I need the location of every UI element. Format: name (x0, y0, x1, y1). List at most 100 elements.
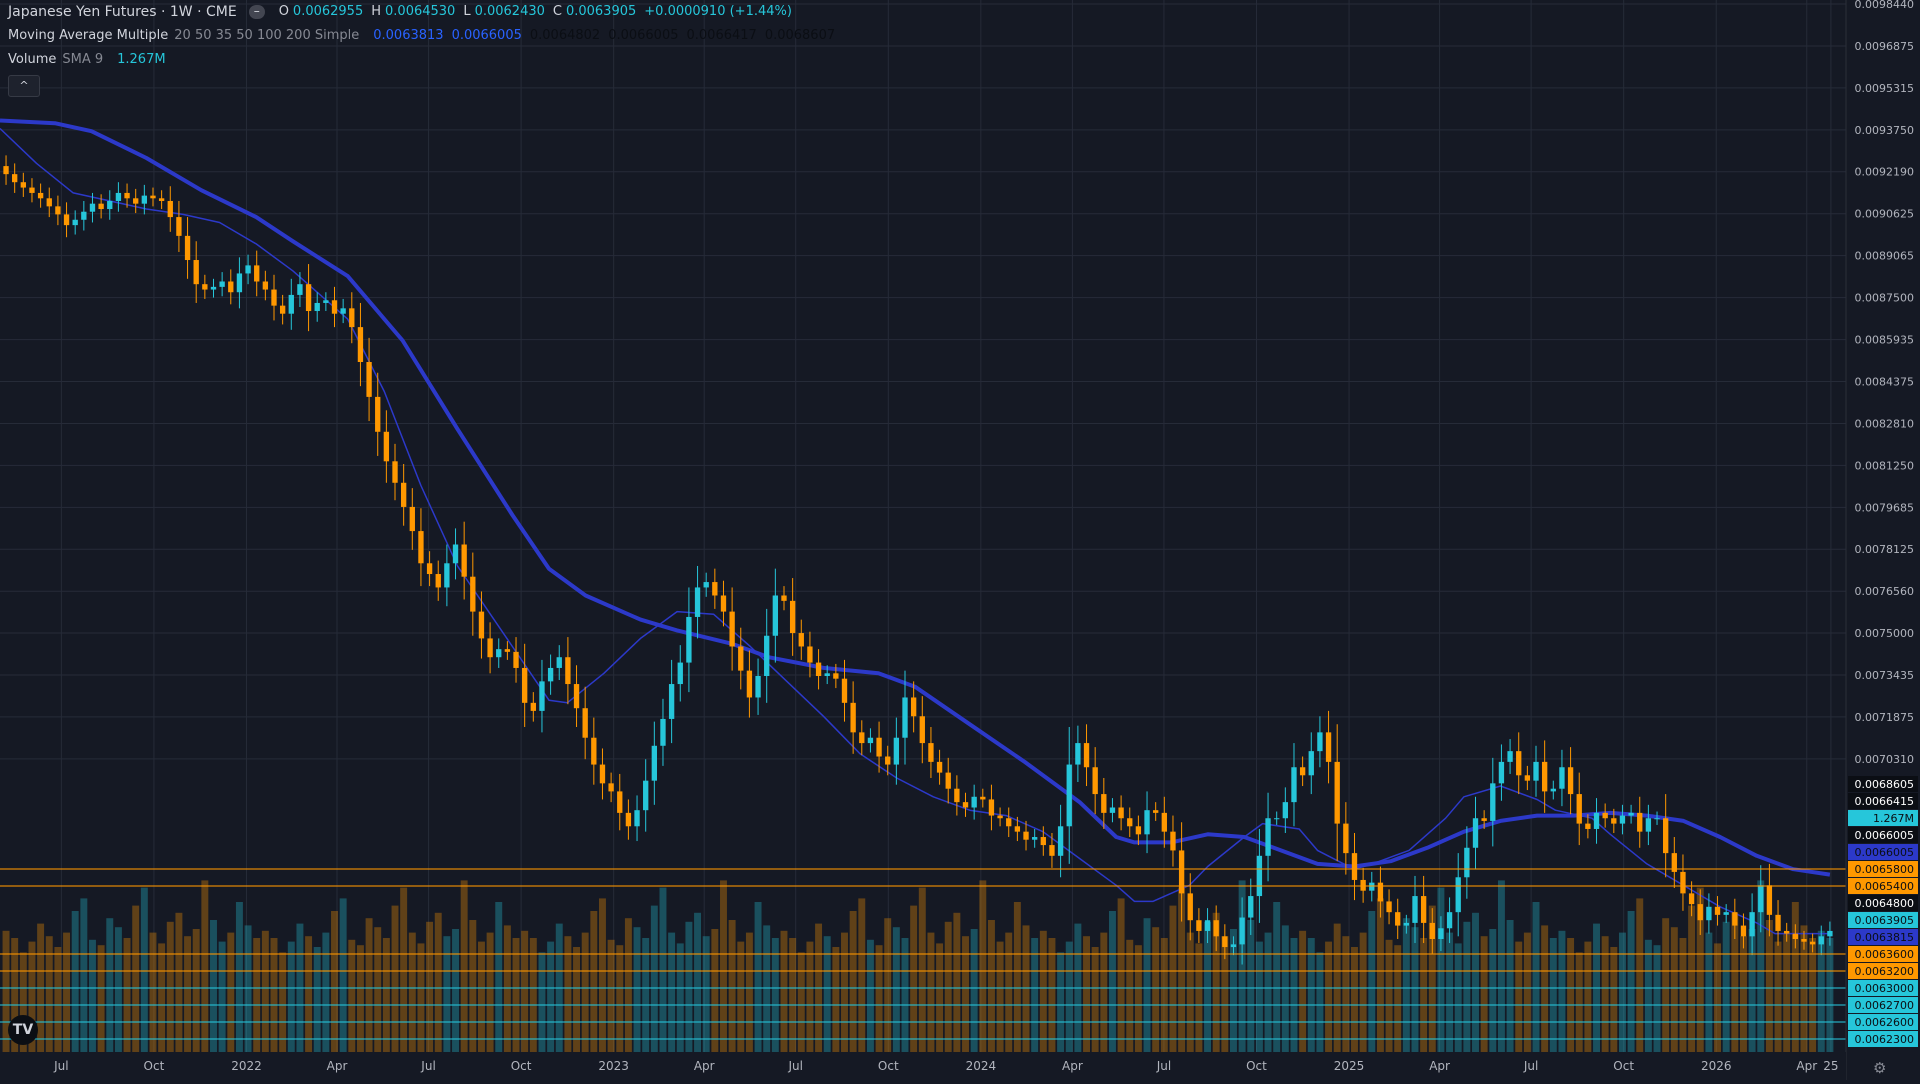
volume-bar (685, 921, 693, 1052)
candle-body (660, 718, 666, 746)
candle-body (1334, 761, 1340, 824)
price-tag-label: 0.0068605 (1855, 778, 1915, 791)
candle-body (1576, 794, 1582, 824)
tradingview-logo[interactable]: TV (8, 1015, 38, 1045)
price-axis-tick-label: 0.0075000 (1855, 627, 1915, 640)
candle-body (245, 265, 251, 274)
candle-body (297, 284, 303, 295)
candle-body (625, 812, 632, 827)
volume-bar (279, 952, 287, 1052)
candle-body (1144, 810, 1150, 835)
volume-bar (1679, 938, 1687, 1052)
volume-bar (789, 938, 797, 1052)
candle-body (55, 206, 61, 215)
volume-bar (1472, 912, 1479, 1052)
time-axis-tick-label: Oct (1246, 1059, 1267, 1073)
candle-body (1593, 812, 1600, 829)
candle-body (1567, 767, 1574, 795)
volume-bar (1247, 920, 1255, 1052)
candle-body (876, 737, 882, 757)
candle-body (885, 756, 891, 765)
candle-body (1351, 853, 1358, 880)
volume-bar (659, 887, 667, 1052)
price-axis-tick-label: 0.0082810 (1855, 417, 1915, 430)
volume-bar (745, 932, 753, 1052)
price-axis-tick-label: 0.0093750 (1855, 124, 1915, 137)
volume-bar (287, 941, 295, 1052)
candle-body (1239, 917, 1245, 945)
candle-body (547, 667, 554, 682)
candle-body (988, 799, 995, 816)
candle-body (651, 745, 657, 781)
volume-bar (841, 932, 848, 1052)
candle-body (1360, 879, 1366, 891)
volume-bar (391, 905, 399, 1052)
candle-body (254, 265, 260, 282)
volume-bar (1108, 911, 1116, 1052)
volume-bar (529, 938, 537, 1052)
candle-body (1420, 896, 1427, 923)
volume-indicator-name[interactable]: Volume (8, 48, 56, 72)
volume-bar (979, 880, 987, 1052)
candle-body (1395, 912, 1401, 926)
time-axis-tick-label: Apr (1062, 1059, 1083, 1073)
candle-body (46, 198, 52, 207)
volume-bar (866, 939, 874, 1052)
volume-bar (521, 930, 529, 1052)
candle-body (150, 195, 156, 199)
candle-body (694, 587, 701, 617)
gear-icon[interactable]: ⚙ (1873, 1059, 1886, 1077)
volume-bar (1402, 918, 1410, 1052)
candle-body (997, 815, 1003, 819)
volume-indicator-params: SMA 9 (62, 52, 104, 67)
volume-bar (313, 947, 321, 1052)
volume-bar (1826, 938, 1834, 1052)
volume-bar (244, 925, 252, 1052)
chart-area[interactable]: 0.0098440 0.0096875 0.0095315 0.0093750 0.00… (0, 0, 1920, 1080)
volume-bar (910, 905, 918, 1052)
volume-bar (89, 939, 96, 1052)
volume-bar (1299, 930, 1307, 1052)
volume-bar (486, 932, 494, 1052)
volume-bar (1143, 918, 1151, 1052)
volume-bar (140, 887, 148, 1052)
volume-bar (1394, 945, 1402, 1052)
candle-body (1153, 810, 1159, 813)
candle-body (1023, 831, 1029, 840)
candle-body (1809, 941, 1816, 945)
volume-bar (348, 939, 356, 1052)
volume-bar (936, 943, 944, 1052)
candle-body (72, 219, 78, 226)
volume-bar (892, 927, 900, 1052)
time-axis-panel[interactable] (0, 1052, 1846, 1080)
minus-icon[interactable]: – (248, 5, 265, 19)
price-chart[interactable]: 0.0098440 0.0096875 0.0095315 0.0093750 0.00… (0, 0, 1920, 1080)
candle-body (1161, 812, 1167, 832)
candle-body (202, 284, 208, 290)
candle-body (573, 684, 580, 709)
candle-body (478, 611, 485, 639)
candle-body (1248, 896, 1254, 918)
volume-bar (1506, 920, 1514, 1052)
volume-bar (547, 941, 555, 1052)
candle-body (738, 646, 744, 671)
low-label: L (463, 4, 471, 19)
candle-body (1429, 922, 1435, 940)
time-axis-tick-label: 2022 (231, 1059, 262, 1073)
symbol-title[interactable]: Japanese Yen Futures · 1W · CME (8, 0, 237, 24)
ma-indicator-name[interactable]: Moving Average Multiple (8, 24, 168, 48)
candle-body (1222, 936, 1228, 948)
candle-body (1585, 823, 1591, 829)
candle-body (919, 716, 925, 744)
candle-body (12, 174, 18, 183)
volume-bar (503, 925, 511, 1052)
time-axis-tick-label: 2024 (966, 1059, 997, 1073)
candle-body (1083, 743, 1090, 768)
candle-body (305, 284, 312, 312)
chevron-up-icon[interactable]: ^ (8, 75, 40, 97)
candle-body (746, 670, 753, 698)
volume-bar (858, 898, 866, 1052)
ma-indicator-params: 20 50 35 50 100 200 Simple (174, 28, 360, 43)
volume-bar (1765, 920, 1773, 1052)
candle-body (980, 796, 986, 800)
